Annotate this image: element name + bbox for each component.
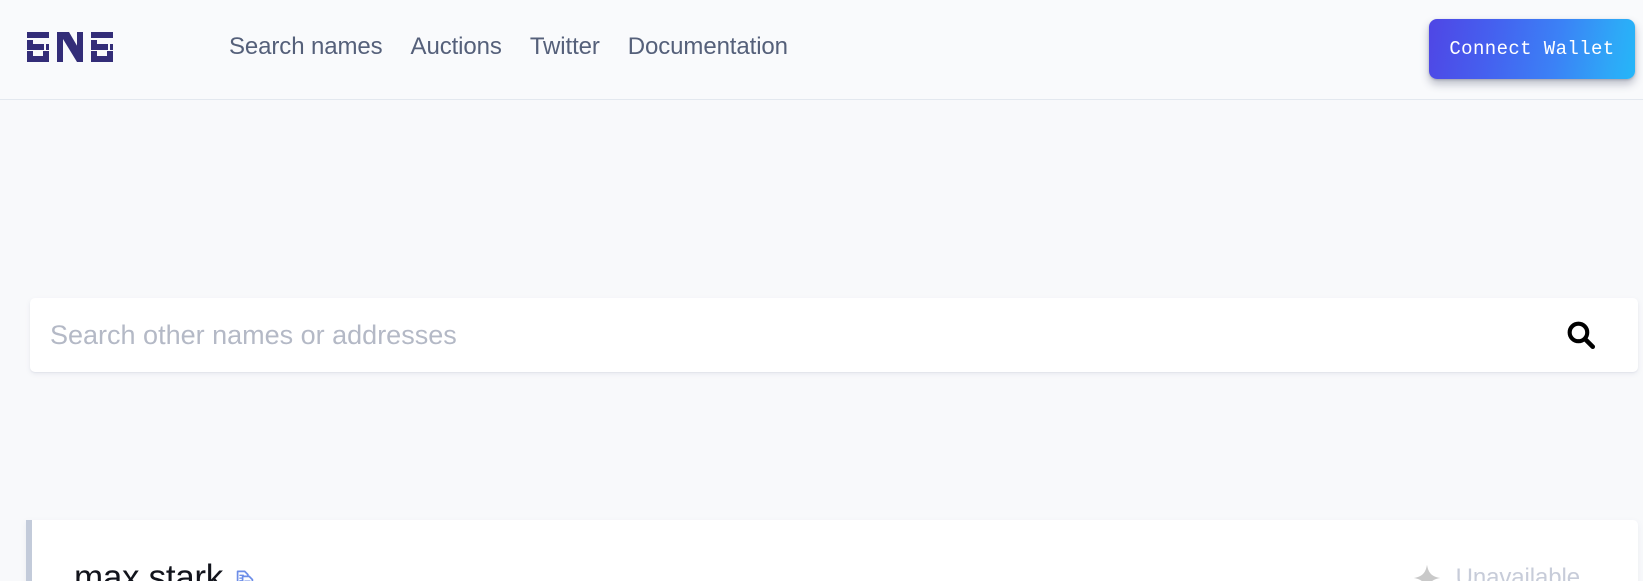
nav-link-search-names[interactable]: Search names	[229, 31, 383, 63]
result-domain-name: max.stark	[74, 558, 223, 581]
result-name-group: max.stark	[74, 558, 257, 581]
search-result-row[interactable]: max.stark	[26, 520, 1638, 581]
sparkle-icon	[1412, 563, 1442, 581]
nav-link-twitter[interactable]: Twitter	[530, 31, 600, 63]
nav-link-auctions[interactable]: Auctions	[411, 31, 502, 63]
connect-wallet-button[interactable]: Connect Wallet	[1429, 19, 1635, 79]
nav-link-documentation[interactable]: Documentation	[628, 31, 788, 63]
search-bar[interactable]	[30, 298, 1638, 372]
copy-icon[interactable]	[233, 569, 257, 581]
primary-nav: Search names Auctions Twitter Documentat…	[229, 31, 788, 63]
site-header: Search names Auctions Twitter Documentat…	[0, 0, 1643, 100]
status-badge: Unavailable	[1456, 564, 1580, 581]
search-submit-button[interactable]	[1542, 298, 1638, 372]
sns-logo-mark	[25, 30, 117, 64]
search-input[interactable]	[30, 298, 1542, 372]
main-content: max.stark	[0, 100, 1643, 581]
search-icon	[1564, 318, 1598, 352]
sns-logo[interactable]	[25, 27, 117, 67]
availability-status: Unavailable	[1412, 563, 1594, 581]
